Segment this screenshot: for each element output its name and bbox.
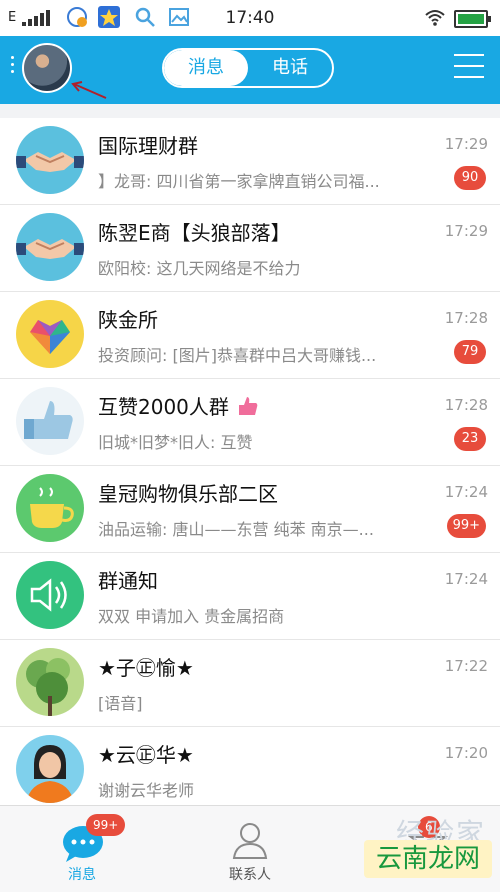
status-bar: E 17:40 bbox=[0, 0, 500, 36]
chat-preview: 】龙哥: 四川省第一家拿牌直销公司福... bbox=[98, 172, 380, 191]
chat-row[interactable]: 陈翌E商【头狼部落】 欧阳校: 这几天网络是不给力 17:29 bbox=[0, 205, 500, 292]
chat-preview: 旧城*旧梦*旧人: 互赞 bbox=[98, 433, 253, 452]
chat-row[interactable]: ★云㊣华★ 谢谢云华老师 17:20 bbox=[0, 727, 500, 814]
battery-icon bbox=[454, 10, 491, 28]
menu-icon[interactable] bbox=[454, 54, 484, 80]
tab-contacts[interactable]: 联系人 bbox=[190, 806, 310, 892]
chat-time: 17:20 bbox=[444, 744, 488, 762]
chat-title: 皇冠购物俱乐部二区 bbox=[98, 482, 278, 506]
chat-time: 17:24 bbox=[444, 570, 488, 588]
chat-title: 陈翌E商【头狼部落】 bbox=[98, 221, 291, 245]
chat-preview: [语音] bbox=[98, 694, 143, 713]
watermark-logo: 云南龙网 bbox=[364, 840, 492, 878]
chat-list: 国际理财群 】龙哥: 四川省第一家拿牌直销公司福... 17:29 90 陈翌E… bbox=[0, 118, 500, 814]
thumbs-up-icon bbox=[239, 397, 258, 415]
chat-title: 群通知 bbox=[98, 569, 158, 593]
chat-title: 陕金所 bbox=[98, 308, 158, 332]
chat-title: ★云㊣华★ bbox=[98, 743, 194, 767]
tab-messages-label: 消息 bbox=[68, 867, 96, 883]
chat-preview: 油品运输: 唐山——东营 纯苯 南京—... bbox=[98, 520, 374, 539]
unread-badge: 90 bbox=[454, 166, 486, 190]
chat-preview: 双双 申请加入 贵金属招商 bbox=[98, 607, 285, 626]
unread-badge: 79 bbox=[454, 340, 486, 364]
chat-time: 17:24 bbox=[444, 483, 488, 501]
chat-time: 17:29 bbox=[444, 222, 488, 240]
chat-row[interactable]: 群通知 双双 申请加入 贵金属招商 17:24 bbox=[0, 553, 500, 640]
wifi-icon bbox=[425, 10, 445, 26]
chat-row[interactable]: 皇冠购物俱乐部二区 油品运输: 唐山——东营 纯苯 南京—... 17:24 9… bbox=[0, 466, 500, 553]
top-header: 消息 电话 bbox=[0, 36, 500, 104]
tab-calls[interactable]: 电话 bbox=[248, 50, 332, 86]
thumbs-up-wordcloud-icon bbox=[16, 387, 84, 455]
chat-row[interactable]: 陕金所 投资顾问: [图片]恭喜群中吕大哥赚钱... 17:28 79 bbox=[0, 292, 500, 379]
chat-row[interactable]: ★子㊣愉★ [语音] 17:22 bbox=[0, 640, 500, 727]
tab-contacts-label: 联系人 bbox=[229, 867, 271, 883]
arrow-annotation bbox=[71, 81, 107, 99]
chat-preview: 投资顾问: [图片]恭喜群中吕大哥赚钱... bbox=[98, 346, 377, 365]
handshake-icon bbox=[16, 213, 84, 281]
chat-preview: 谢谢云华老师 bbox=[98, 781, 195, 800]
chat-title: 互赞2000人群 bbox=[98, 391, 259, 420]
chat-title: ★子㊣愉★ bbox=[98, 656, 194, 680]
unread-badge: 99+ bbox=[446, 514, 486, 538]
heart-mosaic-icon bbox=[16, 300, 84, 368]
contacts-person-icon bbox=[232, 823, 268, 859]
messages-badge: 99+ bbox=[86, 814, 126, 836]
handshake-icon bbox=[16, 126, 84, 194]
message-call-switch: 消息 电话 bbox=[162, 48, 334, 88]
more-dots-icon[interactable] bbox=[11, 56, 15, 77]
coffee-cup-icon bbox=[16, 474, 84, 542]
chat-title: 国际理财群 bbox=[98, 134, 198, 158]
tab-messages[interactable]: 消息 bbox=[164, 50, 248, 86]
person-photo bbox=[16, 735, 84, 803]
unread-badge: 23 bbox=[454, 427, 486, 451]
chat-time: 17:29 bbox=[444, 135, 488, 153]
plant-photo bbox=[16, 648, 84, 716]
speaker-icon bbox=[16, 561, 84, 629]
chat-row[interactable]: 国际理财群 】龙哥: 四川省第一家拿牌直销公司福... 17:29 90 bbox=[0, 118, 500, 205]
my-avatar[interactable] bbox=[22, 43, 72, 93]
tab-messages-bottom[interactable]: 消息 bbox=[22, 806, 142, 892]
chat-time: 17:22 bbox=[444, 657, 488, 675]
chat-row[interactable]: 互赞2000人群 旧城*旧梦*旧人: 互赞 17:28 23 bbox=[0, 379, 500, 466]
chat-preview: 欧阳校: 这几天网络是不给力 bbox=[98, 259, 301, 278]
chat-time: 17:28 bbox=[444, 309, 488, 327]
chat-time: 17:28 bbox=[444, 396, 488, 414]
